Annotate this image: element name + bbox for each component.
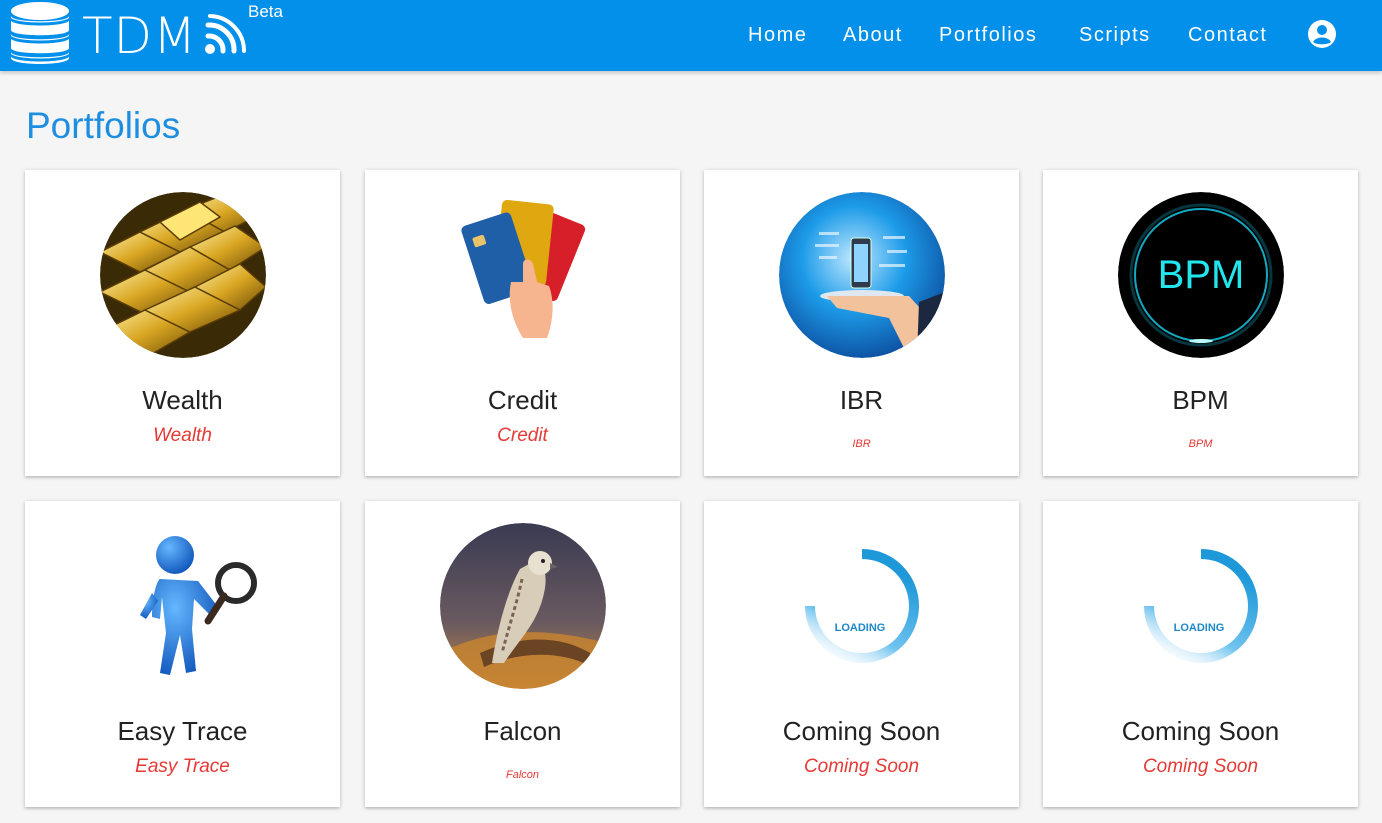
nav-about[interactable]: About: [843, 22, 903, 48]
credit-cards-image: [461, 199, 586, 338]
card-subtitle: IBR: [852, 438, 871, 450]
portfolio-card-wealth[interactable]: Wealth Wealth: [25, 170, 340, 476]
portfolio-card-ibr[interactable]: IBR IBR: [704, 170, 1019, 476]
card-subtitle: Wealth: [153, 425, 212, 446]
portfolio-card-coming-soon-2[interactable]: LOADING Coming Soon Coming Soon: [1043, 501, 1358, 807]
main-nav: Home About Portfolios Scripts Contact: [682, 0, 1382, 71]
beta-label: Beta: [248, 2, 283, 21]
bpm-logo-image: BPM: [1118, 192, 1284, 358]
card-title: Credit: [487, 385, 558, 415]
card-subtitle: Falcon: [505, 769, 540, 781]
account-circle-icon[interactable]: [1307, 19, 1337, 49]
loading-label: LOADING: [835, 622, 886, 634]
card-title: Wealth: [142, 385, 223, 415]
nav-home[interactable]: Home: [748, 22, 807, 48]
portfolio-card-credit[interactable]: Credit Credit: [365, 170, 680, 476]
card-title: Easy Trace: [117, 716, 248, 746]
database-icon: [11, 2, 69, 64]
portfolio-card-coming-soon-1[interactable]: LOADING Coming Soon Coming Soon: [704, 501, 1019, 807]
bpm-logo-text: BPM: [1158, 253, 1245, 297]
loading-label: LOADING: [1174, 622, 1225, 634]
wifi-signal-icon: [205, 14, 246, 54]
portfolio-card-easy-trace[interactable]: Easy Trace Easy Trace: [25, 501, 340, 807]
card-title: Coming Soon: [782, 716, 941, 746]
card-subtitle: Coming Soon: [803, 756, 920, 777]
page-title: Portfolios: [26, 105, 181, 146]
card-title: IBR: [839, 385, 884, 415]
magnifier-person-image: [140, 536, 257, 675]
brand-name: TDM: [82, 7, 198, 65]
portfolio-card-falcon[interactable]: Falcon Falcon: [365, 501, 680, 807]
card-subtitle: Coming Soon: [1142, 756, 1259, 777]
portfolio-card-bpm[interactable]: BPM BPM BPM: [1043, 170, 1358, 476]
brand-logo[interactable]: TDM Beta: [6, 0, 296, 71]
loading-spinner-image: LOADING: [805, 549, 919, 663]
card-subtitle: Easy Trace: [135, 756, 230, 777]
nav-contact[interactable]: Contact: [1188, 22, 1267, 48]
nav-portfolios[interactable]: Portfolios: [939, 22, 1037, 48]
card-title: BPM: [1172, 385, 1229, 415]
card-title: Falcon: [483, 716, 562, 746]
card-subtitle: Credit: [497, 425, 548, 446]
card-subtitle: BPM: [1188, 438, 1213, 450]
top-app-bar: TDM Beta Home About Portfolios Scripts C…: [0, 0, 1382, 71]
falcon-image: [440, 523, 606, 689]
nav-scripts[interactable]: Scripts: [1079, 22, 1151, 48]
hand-phone-image: [779, 192, 945, 358]
loading-spinner-image: LOADING: [1144, 549, 1258, 663]
card-title: Coming Soon: [1121, 716, 1280, 746]
gold-bars-image: [100, 192, 266, 358]
